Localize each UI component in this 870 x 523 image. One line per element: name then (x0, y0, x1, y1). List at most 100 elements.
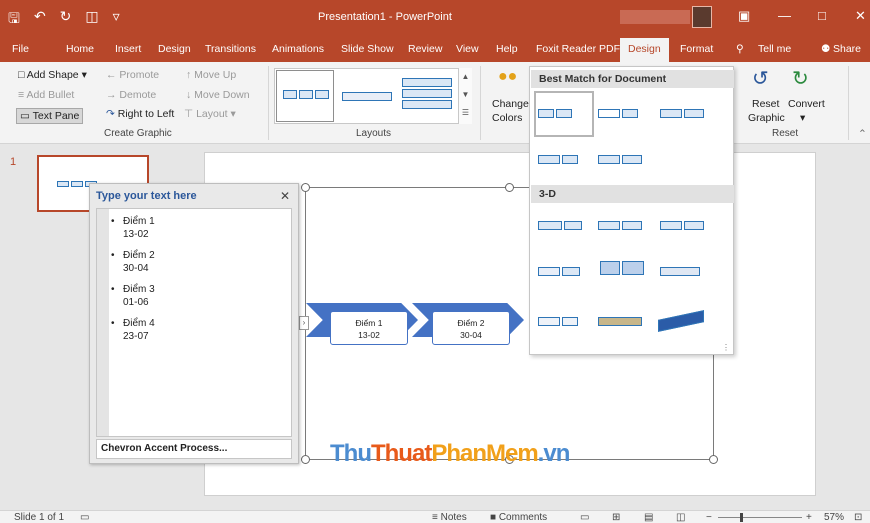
convert-icon[interactable]: ↻ (792, 66, 809, 91)
list-item[interactable]: • Điểm 1 13-02 (111, 215, 155, 241)
arrow-right-icon: → (106, 89, 117, 101)
zoom-level[interactable]: 57% (824, 512, 844, 523)
reset-graphic-button-line2[interactable]: Graphic (748, 112, 785, 124)
text-pane-title: Type your text here (96, 190, 197, 202)
tab-animations[interactable]: Animations (272, 43, 324, 55)
list-item[interactable]: • Điểm 3 01-06 (111, 283, 155, 309)
node-title: Điểm 2 (457, 318, 485, 328)
change-colors-button-line2[interactable]: Colors (492, 112, 522, 124)
smartart-node[interactable]: Điểm 1 13-02 (330, 311, 408, 345)
zoom-out-icon[interactable]: − (706, 512, 712, 523)
collapse-ribbon-icon[interactable]: ⌃ (858, 128, 867, 140)
chevron-down-icon[interactable]: ▾ (800, 112, 805, 124)
scroll-down-icon[interactable]: ▼ (459, 86, 472, 104)
layout-option-3[interactable] (400, 76, 456, 112)
layout-shape (283, 90, 297, 99)
resize-handle[interactable] (301, 455, 310, 464)
slide-sorter-icon[interactable]: ⊞ (612, 512, 620, 523)
share-button[interactable]: Share (833, 43, 861, 55)
normal-view-icon[interactable]: ▭ (580, 512, 589, 523)
layouts-scroll[interactable]: ▲ ▼ ☰ (458, 68, 472, 124)
resize-grip-icon[interactable]: ⋮ (722, 343, 730, 352)
right-to-left-icon: ↷ (106, 108, 115, 120)
demote-button[interactable]: → Demote (106, 89, 156, 101)
style-shape (538, 155, 560, 164)
accessibility-icon[interactable]: ▭ (80, 512, 89, 523)
tab-slide-show[interactable]: Slide Show (341, 43, 394, 55)
status-bar: Slide 1 of 1 ▭ ≡ Notes ■ Comments ▭ ⊞ ▤ … (0, 510, 870, 523)
style-shape (684, 109, 704, 118)
more-icon[interactable]: ☰ (459, 104, 472, 122)
style-shape (562, 317, 578, 326)
customize-icon[interactable]: ▿ (113, 8, 120, 32)
best-match-header: Best Match for Document (531, 70, 734, 88)
reset-graphic-icon[interactable]: ↺ (752, 66, 769, 91)
reset-group-label: Reset (772, 128, 799, 139)
add-bullet-button[interactable]: ≡ Add Bullet (18, 89, 74, 101)
style-shape (622, 109, 638, 118)
tab-insert[interactable]: Insert (115, 43, 141, 55)
close-icon[interactable]: ✕ (280, 189, 290, 203)
change-colors-icon[interactable]: ●● (498, 68, 517, 86)
tab-format[interactable]: Format (680, 43, 713, 55)
bullet-icon: • (111, 216, 115, 227)
change-colors-button[interactable]: Change (492, 98, 529, 110)
smartart-node[interactable]: Điểm 2 30-04 (432, 311, 510, 345)
tab-view[interactable]: View (456, 43, 479, 55)
undo-icon[interactable]: ↶ (34, 8, 46, 32)
reading-view-icon[interactable]: ▤ (644, 512, 653, 523)
ribbon-display-icon[interactable]: ▣ (738, 8, 750, 24)
layout-button[interactable]: ⊤ Layout ▾ (184, 108, 236, 120)
promote-button[interactable]: ← Promote (106, 69, 159, 81)
tab-foxit-reader-pdf[interactable]: Foxit Reader PDF (536, 43, 620, 55)
redo-icon[interactable]: ↻ (60, 8, 72, 32)
zoom-slider[interactable] (718, 517, 802, 518)
reset-graphic-button[interactable]: Reset (752, 98, 779, 110)
notes-icon: ≡ (432, 512, 438, 523)
notes-button[interactable]: ≡ Notes (432, 512, 467, 523)
window-title: Presentation1 - PowerPoint (318, 11, 452, 23)
person-icon[interactable]: ⚉ (821, 43, 830, 55)
resize-handle[interactable] (709, 455, 718, 464)
tab-review[interactable]: Review (408, 43, 442, 55)
avatar[interactable] (692, 6, 712, 28)
text-pane-editor[interactable]: • Điểm 1 13-02 • Điểm 2 30-04 • Điểm 3 0… (96, 208, 292, 437)
present-icon[interactable]: ◫ (85, 8, 98, 32)
save-icon[interactable]: 🖫 (8, 8, 20, 32)
comments-button[interactable]: ■ Comments (490, 512, 547, 523)
list-item[interactable]: • Điểm 4 23-07 (111, 317, 155, 343)
tab-smartart-design[interactable]: Design (620, 38, 669, 62)
text-pane-button[interactable]: ▭ Text Pane (16, 108, 84, 124)
right-to-left-button[interactable]: ↷ Right to Left (106, 108, 174, 120)
tab-file[interactable]: File (12, 43, 29, 55)
resize-handle[interactable] (505, 183, 514, 192)
scroll-up-icon[interactable]: ▲ (459, 68, 472, 86)
slideshow-view-icon[interactable]: ◫ (676, 512, 685, 523)
layout-option-2[interactable] (340, 87, 396, 107)
zoom-in-icon[interactable]: + (806, 512, 812, 523)
move-down-button[interactable]: ↓ Move Down (186, 89, 250, 101)
tab-help[interactable]: Help (496, 43, 518, 55)
tab-home[interactable]: Home (66, 43, 94, 55)
layout-chevron-accent[interactable] (276, 70, 334, 122)
add-shape-button[interactable]: □ Add Shape ▾ (18, 69, 87, 81)
layout-name-link[interactable]: Chevron Accent Process... (96, 439, 292, 459)
list-item[interactable]: • Điểm 2 30-04 (111, 249, 155, 275)
resize-handle[interactable] (301, 183, 310, 192)
minimize-icon[interactable]: — (778, 8, 791, 23)
arrow-up-icon: ↑ (186, 69, 192, 81)
arrow-left-icon: ← (106, 69, 117, 81)
fit-to-window-icon[interactable]: ⊡ (854, 512, 862, 523)
text-pane-toggle[interactable]: › (299, 316, 309, 330)
tell-me-box[interactable]: Tell me (758, 43, 791, 55)
zoom-slider-thumb[interactable] (740, 513, 743, 522)
account-name[interactable] (620, 10, 690, 24)
move-up-button[interactable]: ↑ Move Up (186, 69, 236, 81)
maximize-icon[interactable]: □ (818, 8, 826, 23)
style-shape (562, 267, 580, 276)
convert-button[interactable]: Convert (788, 98, 825, 110)
lightbulb-icon[interactable]: ⚲ (736, 43, 744, 55)
tab-transitions[interactable]: Transitions (205, 43, 256, 55)
close-icon[interactable]: ✕ (855, 8, 866, 24)
tab-design[interactable]: Design (158, 43, 191, 55)
